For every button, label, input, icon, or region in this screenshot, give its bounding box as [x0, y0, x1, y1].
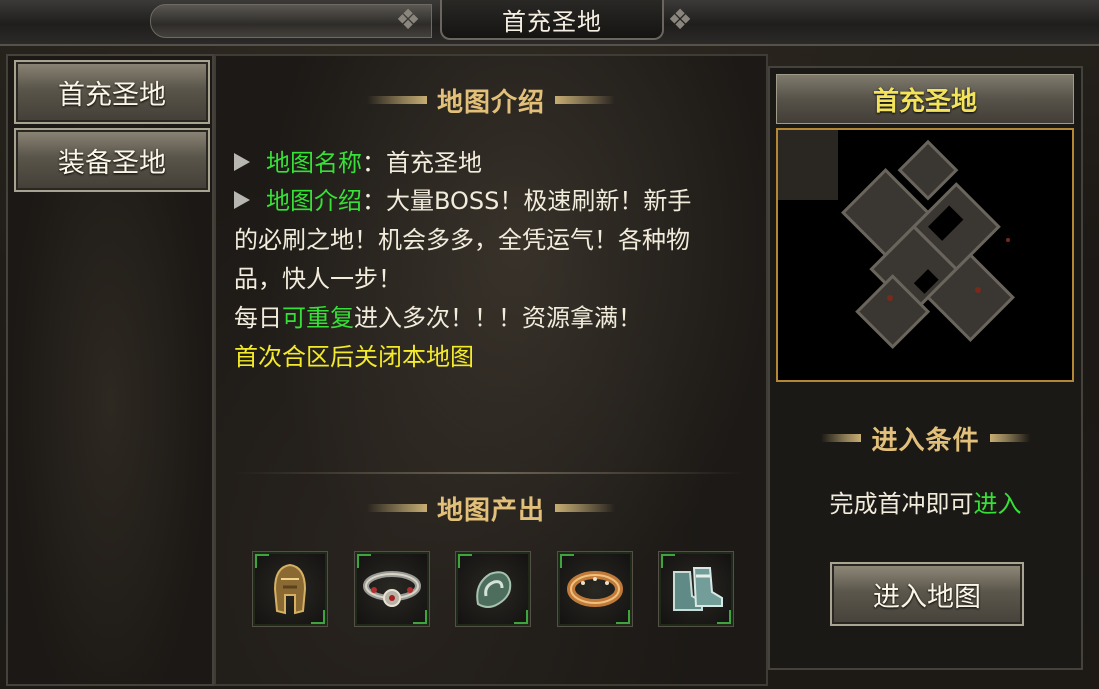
item-slot-ring[interactable]	[557, 551, 633, 627]
map-info-panel: 地图介绍 地图名称：首充圣地 地图介绍：大量BOSS！极速刷新！新手 的必刷之地…	[214, 54, 768, 686]
colon: ：	[362, 149, 386, 177]
helmet-icon	[253, 552, 327, 626]
game-window: ❖ ❖ 首充圣地 首充圣地 装备圣地 地图介绍 地图名称：首充圣地 地图介绍：大…	[0, 0, 1099, 689]
necklace-icon	[355, 552, 429, 626]
enter-map-button[interactable]: 进入地图	[830, 562, 1024, 626]
boots-icon	[659, 552, 733, 626]
heading-deco-left	[821, 434, 862, 442]
ring-icon	[558, 552, 632, 626]
item-slot-necklace[interactable]	[354, 551, 430, 627]
condition-prefix: 完成首冲即可	[829, 490, 974, 518]
map-intro-line3: 品，快人一步！	[234, 265, 402, 293]
heading-deco-left	[366, 96, 427, 104]
map-name-row: 地图名称：首充圣地	[234, 144, 764, 183]
item-slot-helmet[interactable]	[252, 551, 328, 627]
map-name-label: 地图名称	[266, 149, 362, 177]
condition-heading-text: 进入条件	[871, 425, 980, 456]
map-title: 首充圣地	[776, 74, 1074, 124]
daily-suffix: 进入多次！！！资源拿满！	[354, 304, 642, 332]
map-intro-label: 地图介绍	[266, 187, 362, 215]
ornament-icon: ❖	[395, 3, 421, 36]
map-intro-line1: 大量BOSS！极速刷新！新手	[386, 187, 692, 215]
item-slot-bracelet[interactable]	[455, 551, 531, 627]
map-preview-panel: 首充圣地 进入条件 完成首冲即可进入 进入地图	[768, 66, 1083, 670]
heading-deco-right	[555, 96, 615, 104]
heading-deco-right	[989, 434, 1030, 442]
minimap-image	[778, 130, 1072, 380]
item-slot-boots[interactable]	[658, 551, 734, 627]
close-warning: 首次合区后关闭本地图	[234, 343, 474, 371]
map-intro-line2: 的必刷之地！机会多多，全凭运气！各种物	[234, 226, 690, 254]
map-name-value: 首充圣地	[386, 149, 482, 177]
condition-heading: 进入条件	[770, 420, 1081, 456]
divider	[236, 472, 746, 474]
map-intro-row: 地图介绍：大量BOSS！极速刷新！新手	[234, 182, 764, 221]
intro-heading: 地图介绍	[216, 82, 766, 118]
map-preview	[776, 128, 1074, 382]
tab-first-recharge-sanctuary[interactable]: 首充圣地	[14, 60, 210, 124]
bullet-arrow-icon	[234, 153, 250, 171]
heading-deco-left	[366, 504, 427, 512]
intro-text: 地图名称：首充圣地 地图介绍：大量BOSS！极速刷新！新手 的必刷之地！机会多多…	[234, 144, 764, 377]
sidebar: 首充圣地 装备圣地	[6, 54, 214, 686]
window-title: 首充圣地	[440, 0, 664, 40]
bracelet-icon	[456, 552, 530, 626]
reward-items	[252, 551, 742, 631]
daily-highlight: 可重复	[282, 304, 354, 332]
bullet-arrow-icon	[234, 191, 250, 209]
condition-text: 完成首冲即可进入	[770, 484, 1081, 519]
heading-deco-right	[555, 504, 615, 512]
daily-row: 每日可重复进入多次！！！资源拿满！	[234, 299, 764, 338]
title-bar: ❖ ❖ 首充圣地	[0, 0, 1099, 670]
ornament-icon: ❖	[667, 3, 693, 36]
daily-prefix: 每日	[234, 304, 282, 332]
output-heading: 地图产出	[216, 490, 766, 526]
colon: ：	[362, 187, 386, 215]
intro-heading-text: 地图介绍	[436, 87, 545, 118]
tab-equipment-sanctuary[interactable]: 装备圣地	[14, 128, 210, 192]
output-heading-text: 地图产出	[436, 495, 545, 526]
condition-highlight: 进入	[973, 490, 1022, 518]
